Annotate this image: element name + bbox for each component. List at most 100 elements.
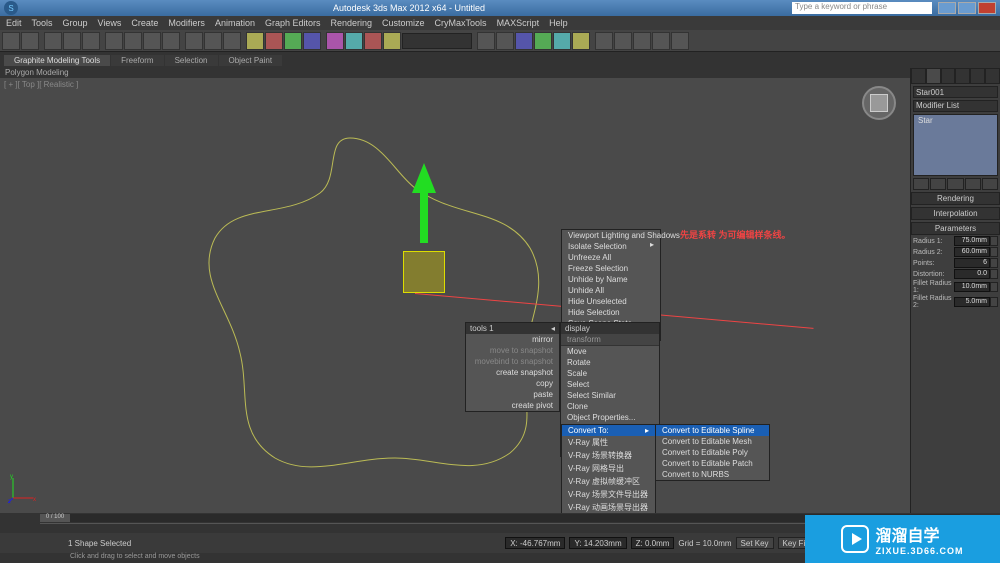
menu-views[interactable]: Views: [98, 18, 122, 28]
modifier-stack[interactable]: Star: [913, 114, 998, 176]
ribbon-subpanel[interactable]: Polygon Modeling: [0, 66, 1000, 78]
tool-extra4[interactable]: [652, 32, 670, 50]
menu-rendering[interactable]: Rendering: [331, 18, 373, 28]
ctx-isolate-selection[interactable]: Isolate Selection: [562, 241, 660, 252]
ctx-convert-nurbs[interactable]: Convert to NURBS: [656, 469, 769, 480]
ctx-unfreeze-all[interactable]: Unfreeze All: [562, 252, 660, 263]
angle-snap-button[interactable]: [265, 32, 283, 50]
ctx-select-similar[interactable]: Select Similar: [561, 390, 659, 401]
ribbon-tab-selection[interactable]: Selection: [165, 55, 218, 66]
stack-unique-button[interactable]: [947, 178, 963, 190]
star-spline-object[interactable]: [135, 118, 565, 468]
ctx-clone[interactable]: Clone: [561, 401, 659, 412]
time-slider-knob[interactable]: 0 / 100: [40, 514, 70, 522]
param-fillet1-spinner[interactable]: [990, 282, 998, 292]
ctx-vray-scene-export[interactable]: V-Ray 场景文件导出器: [562, 488, 655, 501]
param-radius2-spinner[interactable]: [990, 247, 998, 257]
menu-create[interactable]: Create: [131, 18, 158, 28]
ctx-viewport-lighting[interactable]: Viewport Lighting and Shadows: [562, 230, 660, 241]
param-fillet1-value[interactable]: 10.0mm: [954, 282, 990, 292]
ctx-freeze-selection[interactable]: Freeze Selection: [562, 263, 660, 274]
menu-customize[interactable]: Customize: [382, 18, 425, 28]
render-button[interactable]: [572, 32, 590, 50]
undo-button[interactable]: [2, 32, 20, 50]
move-gizmo-y-axis[interactable]: [412, 163, 436, 243]
menu-group[interactable]: Group: [63, 18, 88, 28]
ctx-convert-editable-mesh[interactable]: Convert to Editable Mesh: [656, 436, 769, 447]
param-points-value[interactable]: 6: [954, 258, 990, 268]
stack-show-button[interactable]: [930, 178, 946, 190]
render-setup-button[interactable]: [534, 32, 552, 50]
viewcube[interactable]: [862, 86, 896, 120]
ribbon-tab-freeform[interactable]: Freeform: [111, 55, 163, 66]
ctx-move[interactable]: Move: [561, 346, 659, 357]
viewport[interactable]: [ + ][ Top ][ Realistic ] 先是系转 为可编辑样条线。 …: [0, 78, 910, 513]
bind-button[interactable]: [82, 32, 100, 50]
curve-editor-button[interactable]: [477, 32, 495, 50]
param-distortion-spinner[interactable]: [990, 269, 998, 279]
tool-extra5[interactable]: [671, 32, 689, 50]
stack-remove-button[interactable]: [965, 178, 981, 190]
material-editor-button[interactable]: [515, 32, 533, 50]
menu-edit[interactable]: Edit: [6, 18, 22, 28]
param-points-spinner[interactable]: [990, 258, 998, 268]
panel-tab-display[interactable]: [970, 68, 985, 84]
panel-tab-hierarchy[interactable]: [941, 68, 956, 84]
viewcube-face-icon[interactable]: [870, 94, 888, 112]
selection-filter-dropdown[interactable]: [402, 33, 472, 49]
param-radius1-spinner[interactable]: [990, 236, 998, 246]
help-search-input[interactable]: Type a keyword or phrase: [792, 2, 932, 14]
select-region-button[interactable]: [143, 32, 161, 50]
redo-button[interactable]: [21, 32, 39, 50]
ctx-paste[interactable]: paste: [466, 389, 559, 400]
layers-button[interactable]: [383, 32, 401, 50]
menu-help[interactable]: Help: [549, 18, 568, 28]
unlink-button[interactable]: [63, 32, 81, 50]
ctx-convert-to[interactable]: Convert To:: [562, 425, 655, 436]
move-gizmo-plane[interactable]: [403, 251, 445, 293]
ribbon-tab-graphite[interactable]: Graphite Modeling Tools: [4, 55, 110, 66]
tool-extra2[interactable]: [614, 32, 632, 50]
ctx-vray-mesh-export[interactable]: V-Ray 网格导出: [562, 462, 655, 475]
ctx-mirror[interactable]: mirror: [466, 334, 559, 345]
percent-snap-button[interactable]: [284, 32, 302, 50]
scale-button[interactable]: [223, 32, 241, 50]
rotate-button[interactable]: [204, 32, 222, 50]
menu-crymaxtools[interactable]: CryMaxTools: [435, 18, 487, 28]
close-button[interactable]: [978, 2, 996, 14]
move-button[interactable]: [185, 32, 203, 50]
param-fillet2-value[interactable]: 5.0mm: [954, 297, 990, 307]
menu-tools[interactable]: Tools: [32, 18, 53, 28]
menu-animation[interactable]: Animation: [215, 18, 255, 28]
named-selection-button[interactable]: [326, 32, 344, 50]
ctx-hide-unselected[interactable]: Hide Unselected: [562, 296, 660, 307]
select-button[interactable]: [105, 32, 123, 50]
mirror-button[interactable]: [345, 32, 363, 50]
ctx-vray-props[interactable]: V-Ray 属性: [562, 436, 655, 449]
rollout-rendering[interactable]: Rendering: [911, 192, 1000, 205]
spinner-snap-button[interactable]: [303, 32, 321, 50]
menu-grapheditors[interactable]: Graph Editors: [265, 18, 321, 28]
param-radius2-value[interactable]: 60.0mm: [954, 247, 990, 257]
ctx-convert-editable-poly[interactable]: Convert to Editable Poly: [656, 447, 769, 458]
maximize-button[interactable]: [958, 2, 976, 14]
align-button[interactable]: [364, 32, 382, 50]
menu-modifiers[interactable]: Modifiers: [168, 18, 205, 28]
select-name-button[interactable]: [124, 32, 142, 50]
coord-z[interactable]: Z: 0.0mm: [631, 537, 675, 549]
object-name-input[interactable]: [913, 86, 998, 98]
render-frame-button[interactable]: [553, 32, 571, 50]
ctx-rotate[interactable]: Rotate: [561, 357, 659, 368]
stack-pin-button[interactable]: [913, 178, 929, 190]
window-crossing-button[interactable]: [162, 32, 180, 50]
viewport-label[interactable]: [ + ][ Top ][ Realistic ]: [4, 80, 78, 89]
setkey-button[interactable]: Set Key: [736, 537, 774, 549]
schematic-button[interactable]: [496, 32, 514, 50]
modifier-list-dropdown[interactable]: Modifier List: [913, 100, 998, 112]
ctx-copy[interactable]: copy: [466, 378, 559, 389]
ctx-vray-vfb[interactable]: V-Ray 虚拟帧缓冲区: [562, 475, 655, 488]
panel-tab-modify[interactable]: [926, 68, 941, 84]
ctx-vray-scene-convert[interactable]: V-Ray 场景转换器: [562, 449, 655, 462]
stack-item-star[interactable]: Star: [918, 116, 933, 125]
ctx-hide-selection[interactable]: Hide Selection: [562, 307, 660, 318]
